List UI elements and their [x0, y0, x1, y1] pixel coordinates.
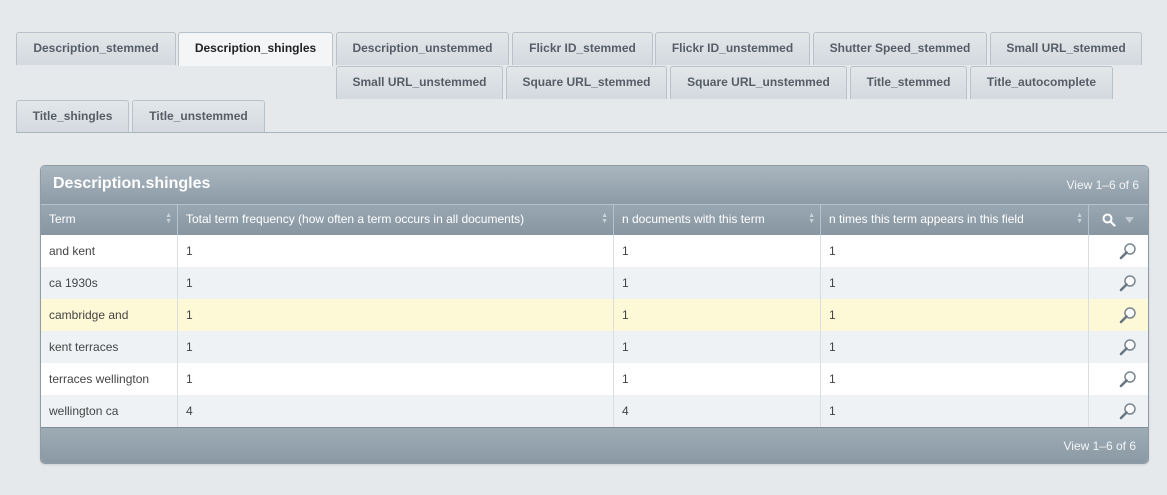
field-tabs: Description_stemmed Description_shingles… — [0, 0, 1167, 133]
tab-small-url-unstemmed[interactable]: Small URL_unstemmed — [336, 66, 503, 99]
pager-view-count: View 1–6 of 6 — [1063, 439, 1137, 453]
row-action-cell — [1089, 331, 1148, 363]
search-icon[interactable] — [1102, 213, 1116, 227]
tab-description-shingles[interactable]: Description_shingles — [178, 32, 333, 66]
total-frequency-cell: 1 — [178, 363, 614, 395]
total-frequency-cell: 1 — [178, 235, 614, 267]
sort-icon: ▲ ▼ — [165, 212, 172, 225]
grid-caption: Description.shingles View 1–6 of 6 — [41, 166, 1148, 204]
tab-small-url-stemmed[interactable]: Small URL_stemmed — [990, 32, 1142, 65]
total-frequency-cell: 4 — [178, 395, 614, 427]
row-action-cell — [1089, 267, 1148, 299]
tabs-divider — [16, 132, 1167, 133]
column-header-total-frequency[interactable]: Total term frequency (how often a term o… — [178, 205, 614, 235]
sort-icon: ▲ ▼ — [808, 212, 815, 225]
grid-rows: and kent 1 1 1 ca 1930s 1 1 1 cambridge … — [41, 235, 1148, 427]
tab-description-unstemmed[interactable]: Description_unstemmed — [336, 32, 509, 65]
column-header-documents-label: n documents with this term — [622, 212, 765, 226]
sort-icon: ▲ ▼ — [601, 212, 608, 225]
magnifier-icon[interactable] — [1119, 338, 1137, 356]
row-action-cell — [1089, 299, 1148, 331]
term-cell: terraces wellington — [41, 363, 178, 395]
magnifier-icon[interactable] — [1119, 402, 1137, 420]
grid-view-count: View 1–6 of 6 — [1066, 178, 1140, 192]
term-cell: and kent — [41, 235, 178, 267]
times-in-field-cell: 1 — [821, 235, 1089, 267]
column-header-total-frequency-label: Total term frequency (how often a term o… — [186, 212, 525, 226]
row-action-cell — [1089, 235, 1148, 267]
row-action-cell — [1089, 363, 1148, 395]
table-row[interactable]: and kent 1 1 1 — [41, 235, 1148, 267]
term-cell: ca 1930s — [41, 267, 178, 299]
sort-icon: ▲ ▼ — [1076, 212, 1083, 225]
tab-shutter-speed-stemmed[interactable]: Shutter Speed_stemmed — [813, 32, 987, 65]
magnifier-icon[interactable] — [1119, 306, 1137, 324]
column-header-times-in-field[interactable]: n times this term appears in this field … — [821, 205, 1089, 235]
magnifier-icon[interactable] — [1119, 242, 1137, 260]
tab-flickr-id-unstemmed[interactable]: Flickr ID_unstemmed — [655, 32, 810, 65]
term-cell: wellington ca — [41, 395, 178, 427]
times-in-field-cell: 1 — [821, 363, 1089, 395]
grid-search-toggle[interactable] — [1089, 205, 1148, 235]
times-in-field-cell: 1 — [821, 331, 1089, 363]
tab-title-autocomplete[interactable]: Title_autocomplete — [970, 66, 1113, 99]
tab-title-shingles[interactable]: Title_shingles — [16, 100, 129, 133]
grid-column-headers: Term ▲ ▼ Total term frequency (how often … — [41, 204, 1148, 235]
grid-title: Description.shingles — [53, 175, 211, 192]
documents-cell: 1 — [614, 363, 821, 395]
magnifier-icon[interactable] — [1119, 370, 1137, 388]
documents-cell: 1 — [614, 267, 821, 299]
term-cell: cambridge and — [41, 299, 178, 331]
caret-down-icon[interactable] — [1125, 217, 1134, 223]
table-row[interactable]: terraces wellington 1 1 1 — [41, 363, 1148, 395]
tab-title-unstemmed[interactable]: Title_unstemmed — [132, 100, 265, 133]
column-header-term[interactable]: Term ▲ ▼ — [41, 205, 178, 235]
table-row[interactable]: ca 1930s 1 1 1 — [41, 267, 1148, 299]
documents-cell: 1 — [614, 331, 821, 363]
documents-cell: 4 — [614, 395, 821, 427]
table-row[interactable]: kent terraces 1 1 1 — [41, 331, 1148, 363]
total-frequency-cell: 1 — [178, 267, 614, 299]
documents-cell: 1 — [614, 299, 821, 331]
terms-grid: Description.shingles View 1–6 of 6 Term … — [40, 165, 1149, 464]
column-header-documents[interactable]: n documents with this term ▲ ▼ — [614, 205, 821, 235]
table-row[interactable]: wellington ca 4 4 1 — [41, 395, 1148, 427]
table-row[interactable]: cambridge and 1 1 1 — [41, 299, 1148, 331]
total-frequency-cell: 1 — [178, 331, 614, 363]
tab-square-url-unstemmed[interactable]: Square URL_unstemmed — [670, 66, 847, 99]
tab-flickr-id-stemmed[interactable]: Flickr ID_stemmed — [512, 32, 653, 65]
grid-pager: View 1–6 of 6 — [41, 427, 1148, 463]
tab-description-stemmed[interactable]: Description_stemmed — [16, 32, 176, 65]
term-cell: kent terraces — [41, 331, 178, 363]
times-in-field-cell: 1 — [821, 395, 1089, 427]
times-in-field-cell: 1 — [821, 299, 1089, 331]
row-action-cell — [1089, 395, 1148, 427]
tab-title-stemmed[interactable]: Title_stemmed — [850, 66, 967, 99]
total-frequency-cell: 1 — [178, 299, 614, 331]
magnifier-icon[interactable] — [1119, 274, 1137, 292]
column-header-times-in-field-label: n times this term appears in this field — [829, 212, 1024, 226]
column-header-term-label: Term — [49, 212, 76, 226]
documents-cell: 1 — [614, 235, 821, 267]
tab-square-url-stemmed[interactable]: Square URL_stemmed — [506, 66, 667, 99]
times-in-field-cell: 1 — [821, 267, 1089, 299]
